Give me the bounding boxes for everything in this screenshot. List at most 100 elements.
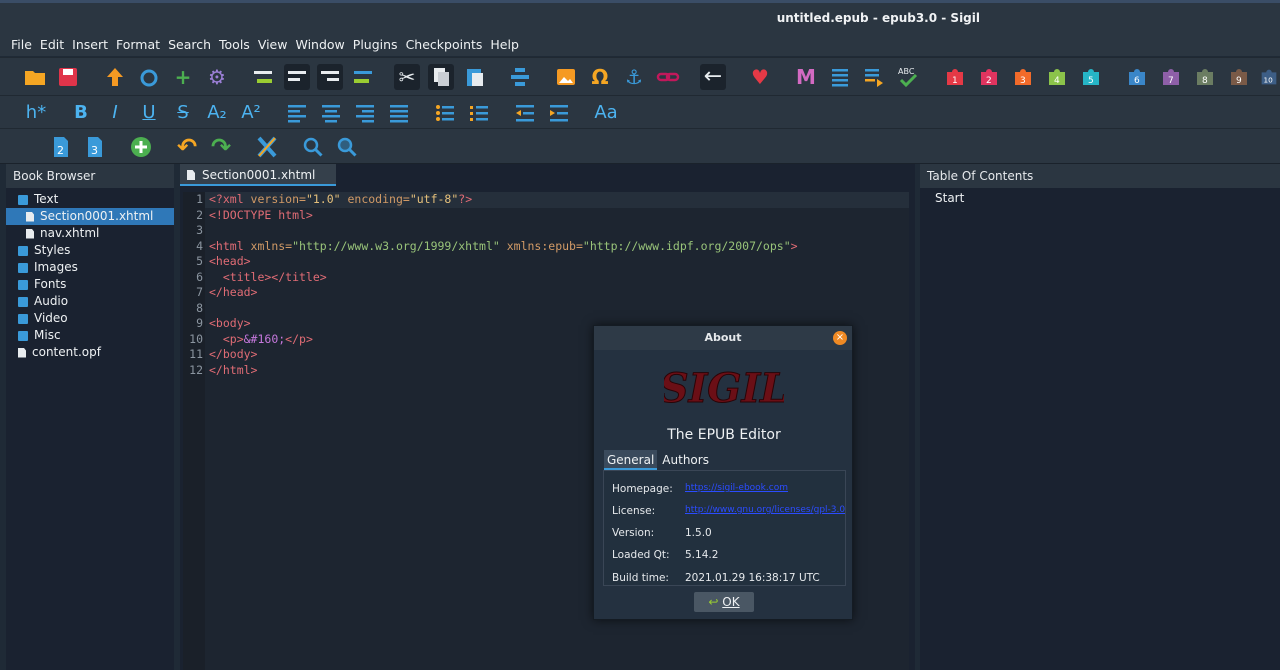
line-number: 3 [196, 223, 203, 237]
heading-3-icon[interactable]: 3 [82, 134, 108, 160]
change-case-button[interactable]: Aa [592, 100, 620, 126]
link-icon[interactable] [655, 64, 681, 90]
plugin-3-icon[interactable]: 3 [1010, 64, 1036, 90]
heart-icon[interactable]: ♥ [747, 64, 773, 90]
tree-folder-styles[interactable]: Styles [6, 242, 174, 259]
plugin-1-icon[interactable]: 1 [942, 64, 968, 90]
homepage-link[interactable]: https://sigil-ebook.com [685, 483, 845, 493]
find-replace-icon[interactable] [334, 134, 360, 160]
menu-help[interactable]: Help [490, 34, 519, 56]
cut-icon[interactable]: ✂ [394, 64, 420, 90]
anchor-icon[interactable]: ⚓ [621, 64, 647, 90]
plugin-5-icon[interactable]: 5 [1078, 64, 1104, 90]
tree-folder-audio[interactable]: Audio [6, 293, 174, 310]
arrow-up-icon[interactable] [102, 64, 128, 90]
license-link[interactable]: http://www.gnu.org/licenses/gpl-3.0 [685, 505, 845, 515]
add-icon[interactable]: + [170, 64, 196, 90]
strikethrough-button[interactable]: S [170, 100, 196, 126]
copy-icon[interactable] [428, 64, 454, 90]
superscript-button[interactable]: A² [238, 100, 264, 126]
indent-icon[interactable] [546, 100, 572, 126]
tree-folder-images[interactable]: Images [6, 259, 174, 276]
toc-panel: Table Of Contents Start [920, 164, 1280, 670]
open-folder-icon[interactable] [22, 64, 48, 90]
plugin-9-icon[interactable]: 9 [1226, 64, 1252, 90]
tab-section0001[interactable]: Section0001.xhtml [180, 164, 336, 186]
outdent-icon[interactable] [512, 100, 538, 126]
merge-icon[interactable] [350, 64, 376, 90]
bullet-list-icon[interactable] [432, 100, 458, 126]
title-bar: untitled.epub - epub3.0 - Sigil [0, 0, 1280, 34]
italic-button[interactable]: I [102, 100, 128, 126]
plugin-2-icon[interactable]: 2 [976, 64, 1002, 90]
heading-button[interactable]: h* [22, 100, 50, 126]
justify-icon[interactable] [386, 100, 412, 126]
report-icon[interactable] [861, 64, 887, 90]
tree-file-content-opf[interactable]: content.opf [6, 344, 174, 361]
refresh-icon[interactable] [136, 64, 162, 90]
subscript-button[interactable]: A₂ [204, 100, 230, 126]
line-number: 10 [189, 331, 203, 346]
redo-icon[interactable]: ↷ [208, 134, 234, 160]
plugin-10-icon[interactable]: 10 [1258, 64, 1280, 90]
special-character-icon[interactable]: Ω [587, 64, 613, 90]
numbered-list-icon[interactable] [466, 100, 492, 126]
spellcheck-icon[interactable]: ABC [895, 64, 921, 90]
tab-authors[interactable]: Authors [659, 450, 712, 470]
plugin-6-icon[interactable]: 6 [1124, 64, 1150, 90]
close-icon[interactable]: × [833, 331, 847, 345]
menu-window[interactable]: Window [295, 34, 344, 56]
underline-button[interactable]: U [136, 100, 162, 126]
back-arrow-icon[interactable]: ← [700, 64, 726, 90]
tree-folder-video[interactable]: Video [6, 310, 174, 327]
image-icon[interactable] [553, 64, 579, 90]
plugin-8-icon[interactable]: 8 [1192, 64, 1218, 90]
format-toolbar: h* B I U S A₂ A² Aa [0, 95, 1280, 128]
menu-tools[interactable]: Tools [219, 34, 250, 56]
svg-text:8: 8 [1202, 76, 1208, 86]
insert-after-icon[interactable] [284, 64, 310, 90]
menu-edit[interactable]: Edit [40, 34, 64, 56]
clean-icon[interactable] [254, 134, 280, 160]
heading-2-icon[interactable]: 2 [48, 134, 74, 160]
undo-icon[interactable]: ↶ [174, 134, 200, 160]
tree-folder-misc[interactable]: Misc [6, 327, 174, 344]
list-icon[interactable] [827, 64, 853, 90]
menu-file[interactable]: File [11, 34, 32, 56]
menu-search[interactable]: Search [168, 34, 211, 56]
plugin-7-icon[interactable]: 7 [1158, 64, 1184, 90]
paste-icon[interactable] [462, 64, 488, 90]
plugin-4-icon[interactable]: 4 [1044, 64, 1070, 90]
tree-folder-fonts[interactable]: Fonts [6, 276, 174, 293]
table-of-contents-icon[interactable] [507, 64, 533, 90]
code-line-10: <p>&#160;</p> [209, 331, 313, 346]
align-right-icon[interactable] [352, 100, 378, 126]
menu-insert[interactable]: Insert [72, 34, 108, 56]
menu-checkpoints[interactable]: Checkpoints [406, 34, 483, 56]
insert-before-icon[interactable] [250, 64, 276, 90]
file-icon [26, 228, 34, 239]
ok-button[interactable]: ↩ OK [694, 592, 754, 612]
about-info-box: Homepage: https://sigil-ebook.com Licens… [603, 470, 846, 586]
code-line-6: <title></title> [209, 269, 327, 284]
align-left-icon[interactable] [284, 100, 310, 126]
gear-icon[interactable]: ⚙ [204, 64, 230, 90]
save-icon[interactable] [55, 64, 81, 90]
menu-format[interactable]: Format [116, 34, 160, 56]
bold-button[interactable]: B [68, 100, 94, 126]
tab-general[interactable]: General [604, 450, 658, 470]
toc-item-start[interactable]: Start [920, 188, 1280, 205]
tree-folder-text[interactable]: Text [6, 191, 174, 208]
main-toolbar: + ⚙ ✂ Ω ⚓ ← ♥ M ABC 1 2 3 4 5 6 7 8 9 10 [0, 57, 1280, 95]
metadata-icon[interactable]: M [793, 64, 819, 90]
menu-view[interactable]: View [258, 34, 288, 56]
line-number: 2 [196, 207, 203, 222]
search-icon[interactable] [300, 134, 326, 160]
add-circle-icon[interactable] [128, 134, 154, 160]
align-center-icon[interactable] [318, 100, 344, 126]
split-icon[interactable] [317, 64, 343, 90]
tree-file-section0001[interactable]: Section0001.xhtml [6, 208, 174, 225]
menu-plugins[interactable]: Plugins [353, 34, 398, 56]
tree-file-nav[interactable]: nav.xhtml [6, 225, 174, 242]
svg-text:10: 10 [1264, 76, 1274, 85]
